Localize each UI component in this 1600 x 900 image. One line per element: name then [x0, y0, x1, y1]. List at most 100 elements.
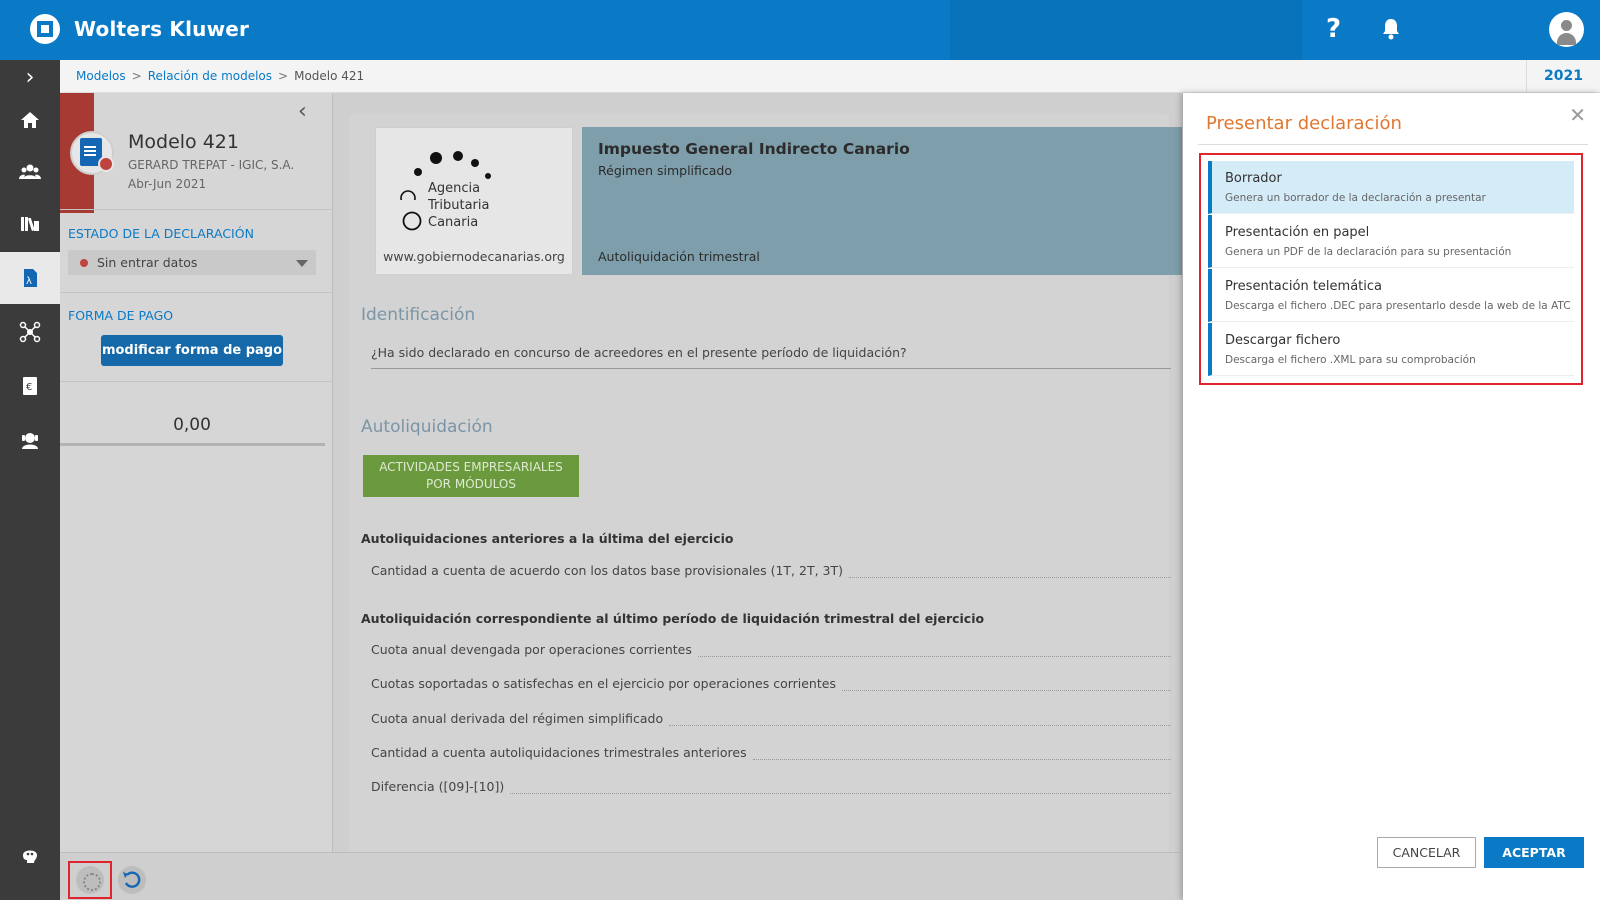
- leader-dots: [849, 566, 1171, 578]
- highlight-frame: [68, 861, 112, 899]
- status-value: Sin entrar datos: [97, 255, 198, 270]
- option-presentacion-telematica[interactable]: Presentación telemática Descarga el fich…: [1208, 269, 1574, 322]
- option-borrador[interactable]: Borrador Genera un borrador de la declar…: [1208, 161, 1574, 214]
- atc-logo-ring-icon: [402, 211, 422, 231]
- agency-url[interactable]: www.gobiernodecanarias.org: [376, 249, 572, 264]
- chevron-down-icon: [296, 260, 308, 267]
- breadcrumb-item-relacion-de-modelos[interactable]: Relación de modelos: [148, 69, 272, 83]
- form-row-label: Cuota anual derivada del régimen simplif…: [371, 711, 664, 726]
- tax-title: Impuesto General Indirecto Canario: [598, 140, 910, 158]
- autoliquidacion-heading: Autoliquidación: [361, 417, 493, 437]
- close-icon[interactable]: ✕: [1569, 103, 1586, 127]
- options-highlight-frame: Borrador Genera un borrador de la declar…: [1199, 153, 1583, 385]
- option-descargar-fichero[interactable]: Descargar fichero Descarga el fichero .X…: [1208, 323, 1574, 376]
- agency-name: Agencia Tributaria Canaria: [428, 180, 489, 231]
- wolters-kluwer-logo-icon[interactable]: [30, 14, 60, 44]
- agency-logo-card: Agencia Tributaria Canaria www.gobiernod…: [375, 127, 573, 275]
- bell-icon[interactable]: [1381, 18, 1401, 40]
- model-title: Modelo 421: [128, 131, 239, 153]
- option-title: Presentación en papel: [1225, 225, 1370, 240]
- form-row[interactable]: Cantidad a cuenta de acuerdo con los dat…: [371, 562, 1171, 578]
- option-description: Descarga el fichero .XML para su comprob…: [1225, 354, 1476, 366]
- status-dot-icon: [80, 259, 88, 267]
- company-name: GERARD TREPAT - IGIC, S.A.: [128, 158, 295, 172]
- year-selector[interactable]: 2021: [1526, 60, 1600, 93]
- status-label: ESTADO DE LA DECLARACIÓN: [68, 226, 254, 241]
- user-avatar-icon[interactable]: [1549, 12, 1584, 47]
- breadcrumb-item-modelos[interactable]: Modelos: [76, 69, 126, 83]
- agency-name-line3: Canaria: [428, 215, 479, 230]
- form-row[interactable]: Cuotas soportadas o satisfechas en el ej…: [371, 675, 1171, 691]
- period: Abr-Jun 2021: [128, 177, 207, 191]
- result-amount: 0,00: [173, 415, 211, 435]
- nav-support-icon[interactable]: [0, 414, 60, 466]
- option-description: Descarga el fichero .DEC para presentarl…: [1225, 300, 1571, 312]
- identificacion-heading: Identificación: [361, 305, 476, 325]
- form-row[interactable]: Diferencia ([09]-[10]): [371, 778, 1171, 794]
- collapse-panel-icon[interactable]: ‹: [298, 99, 307, 124]
- activity-button-line2: POR MÓDULOS: [426, 477, 516, 491]
- last-period-subheading: Autoliquidación correspondiente al últim…: [361, 611, 985, 626]
- panel-title: Presentar declaración: [1206, 113, 1402, 134]
- svg-text:€: €: [26, 382, 32, 393]
- payment-label: FORMA DE PAGO: [68, 308, 174, 323]
- bottom-toolbar: [60, 852, 1180, 900]
- declaration-info-panel: ‹ Modelo 421 GERARD TREPAT - IGIC, S.A. …: [60, 93, 333, 852]
- nav-library-icon[interactable]: [0, 198, 60, 250]
- nav-brain-icon[interactable]: [0, 830, 60, 882]
- leader-dots: [697, 645, 1171, 657]
- form-row[interactable]: Cuota anual derivada del régimen simplif…: [371, 710, 1171, 726]
- status-select[interactable]: Sin entrar datos: [68, 250, 316, 275]
- breadcrumb: Modelos > Relación de modelos > Modelo 421: [76, 69, 364, 83]
- divider: [60, 209, 333, 210]
- option-presentacion-papel[interactable]: Presentación en papel Genera un PDF de l…: [1208, 215, 1574, 268]
- option-description: Genera un PDF de la declaración para su …: [1225, 246, 1512, 258]
- form-row-label: Cantidad a cuenta de acuerdo con los dat…: [371, 563, 843, 578]
- undo-icon[interactable]: [118, 866, 146, 894]
- leader-dots: [669, 714, 1171, 726]
- leader-dots: [510, 782, 1171, 794]
- tax-info-card: Impuesto General Indirecto Canario Régim…: [582, 127, 1182, 275]
- option-title: Presentación telemática: [1225, 279, 1382, 294]
- accept-button[interactable]: ACEPTAR: [1484, 837, 1584, 868]
- breadcrumb-separator: >: [131, 69, 142, 83]
- form-row-label: Cuotas soportadas o satisfechas en el ej…: [371, 676, 836, 691]
- tax-periodicity: Autoliquidación trimestral: [598, 249, 760, 264]
- nav-users-icon[interactable]: [0, 146, 60, 198]
- breadcrumb-bar: Modelos > Relación de modelos > Modelo 421 2…: [60, 60, 1600, 93]
- activity-modules-button[interactable]: ACTIVIDADES EMPRESARIALES POR MÓDULOS: [363, 455, 579, 497]
- nav-euro-icon[interactable]: €: [0, 360, 60, 412]
- top-bar: Wolters Kluwer ?: [0, 0, 1600, 60]
- nav-expand-chevron-icon[interactable]: ›: [0, 60, 60, 94]
- svg-text:λ: λ: [26, 276, 32, 287]
- left-nav: › λ €: [0, 60, 60, 900]
- activity-button-line1: ACTIVIDADES EMPRESARIALES: [379, 460, 563, 474]
- agency-name-line1: Agencia: [428, 181, 481, 196]
- nav-home-icon[interactable]: [0, 94, 60, 146]
- form-row-label: Cuota anual devengada por operaciones co…: [371, 642, 692, 657]
- modify-payment-button[interactable]: modificar forma de pago: [101, 335, 283, 366]
- previous-returns-subheading: Autoliquidaciones anteriores a la última…: [361, 531, 734, 546]
- divider: [60, 381, 333, 382]
- agency-name-line2: Tributaria: [428, 198, 490, 213]
- option-title: Descargar fichero: [1225, 333, 1341, 348]
- nav-tax-document-icon[interactable]: λ: [0, 252, 60, 304]
- form-row[interactable]: Cuota anual devengada por operaciones co…: [371, 641, 1171, 657]
- question-underline: [371, 368, 1171, 369]
- help-icon[interactable]: ?: [1326, 14, 1341, 44]
- nav-network-icon[interactable]: [0, 306, 60, 358]
- divider: [60, 292, 333, 293]
- option-title: Borrador: [1225, 171, 1282, 186]
- declaration-form: Agencia Tributaria Canaria www.gobiernod…: [349, 114, 1182, 852]
- lock-icon: [98, 156, 114, 172]
- amount-underline: [60, 443, 325, 446]
- present-declaration-panel: ✕ Presentar declaración Borrador Genera …: [1183, 93, 1600, 900]
- brand-name: Wolters Kluwer: [74, 17, 250, 41]
- top-bar-middle-band: [950, 0, 1302, 60]
- cancel-button[interactable]: CANCELAR: [1377, 837, 1476, 868]
- form-row-label: Diferencia ([09]-[10]): [371, 779, 505, 794]
- panel-title-divider: [1198, 144, 1588, 145]
- option-description: Genera un borrador de la declaración a p…: [1225, 192, 1486, 204]
- form-row[interactable]: Cantidad a cuenta autoliquidaciones trim…: [371, 744, 1171, 760]
- leader-dots: [841, 679, 1171, 691]
